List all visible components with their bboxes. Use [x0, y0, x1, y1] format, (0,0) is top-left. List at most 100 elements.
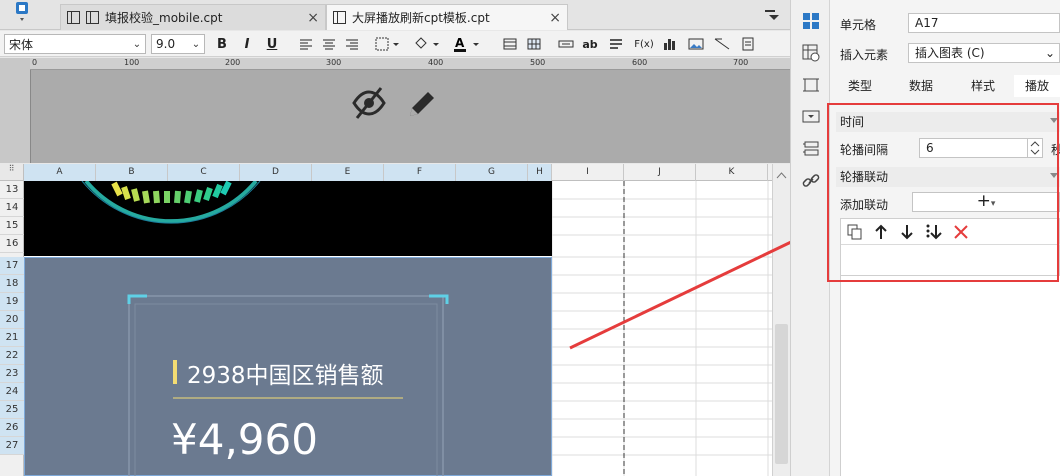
italic-button[interactable]: I	[237, 34, 257, 54]
row-header[interactable]: 15	[0, 217, 24, 235]
edit-pencil-icon[interactable]	[405, 86, 437, 120]
property-panel-icon-strip	[790, 0, 830, 476]
border-icon[interactable]	[374, 34, 402, 54]
cell-label: 单元格	[840, 18, 877, 32]
row-header[interactable]: 14	[0, 199, 24, 217]
horizontal-ruler: 0 100 200 300 400 500 600 700	[30, 58, 790, 70]
insert-element-label: 插入元素	[840, 48, 889, 62]
font-color-icon[interactable]: A	[452, 34, 482, 54]
cell-address-field[interactable]: A17	[908, 13, 1060, 33]
tab-mobile-template[interactable]: 填报校验_mobile.cpt ×	[60, 4, 326, 30]
gauge-chart-cell[interactable]	[24, 181, 552, 256]
row-header[interactable]: 23	[0, 365, 24, 383]
split-cells-icon[interactable]	[524, 34, 544, 54]
tab-label: 填报校验_mobile.cpt	[105, 11, 223, 25]
close-tab-icon[interactable]: ×	[549, 10, 561, 26]
tab-menu-icon[interactable]	[764, 8, 780, 22]
column-header-c[interactable]: C	[168, 164, 240, 181]
tab-type[interactable]: 类型	[830, 75, 890, 97]
row-header[interactable]: 20	[0, 311, 24, 329]
ruler-tick: 400	[428, 58, 444, 67]
align-left-icon[interactable]	[296, 34, 316, 54]
column-header-e[interactable]: E	[312, 164, 384, 181]
highlight-box	[827, 103, 1059, 282]
underline-button[interactable]: U	[262, 34, 282, 54]
insert-element-select[interactable]: 插入图表 (C) ⌄	[908, 43, 1060, 63]
close-tab-icon[interactable]: ×	[307, 10, 319, 26]
cell-properties-icon[interactable]	[802, 12, 820, 30]
app-logo-icon[interactable]	[8, 0, 36, 24]
row-header[interactable]: 22	[0, 347, 24, 365]
column-header-b[interactable]: B	[96, 164, 168, 181]
chevron-down-icon: ⌄	[191, 38, 201, 50]
condition-format-icon[interactable]	[802, 140, 820, 158]
row-header[interactable]: 13	[0, 181, 24, 199]
row-header[interactable]: 25	[0, 401, 24, 419]
text-box-icon[interactable]	[556, 34, 576, 54]
row-header[interactable]: 21	[0, 329, 24, 347]
column-header-f[interactable]: F	[384, 164, 456, 181]
paragraph-icon[interactable]	[606, 34, 626, 54]
sub-report-icon[interactable]	[738, 34, 758, 54]
text-tool-button[interactable]: ab	[580, 34, 600, 54]
row-header[interactable]: 26	[0, 419, 24, 437]
slash-icon[interactable]	[712, 34, 732, 54]
row-header[interactable]: 17	[0, 257, 24, 275]
report-header-area	[30, 70, 790, 163]
bold-button[interactable]: B	[212, 34, 232, 54]
column-header-i[interactable]: I	[552, 164, 624, 181]
chevron-down-icon: ⌄	[1044, 46, 1055, 60]
image-icon[interactable]	[686, 34, 706, 54]
column-header-k[interactable]: K	[696, 164, 768, 181]
title-accent-bar	[173, 360, 177, 384]
document-tab-bar: 填报校验_mobile.cpt × 大屏播放刷新cpt模板.cpt ×	[0, 0, 790, 30]
ruler-tick: 300	[326, 58, 342, 67]
row-header[interactable]: 27	[0, 437, 24, 455]
ruler-tick: 100	[124, 58, 140, 67]
hide-eye-icon[interactable]	[351, 86, 387, 120]
column-header-j[interactable]: J	[624, 164, 696, 181]
font-size-value: 9.0	[156, 37, 176, 51]
formula-button[interactable]: F(x)	[632, 34, 656, 54]
merge-cells-icon[interactable]	[500, 34, 520, 54]
tab-style[interactable]: 样式	[952, 75, 1014, 97]
grid-template-icon	[86, 11, 99, 24]
column-header-g[interactable]: G	[456, 164, 528, 181]
widget-frame-icon[interactable]	[802, 76, 820, 94]
ruler-tick: 700	[733, 58, 749, 67]
ruler-gutter	[0, 58, 30, 163]
bar-chart-icon[interactable]	[660, 34, 680, 54]
font-name-select[interactable]: 宋体 ⌄	[4, 34, 146, 54]
column-header-a[interactable]: A	[24, 164, 96, 181]
row-header[interactable]: 24	[0, 383, 24, 401]
column-header-row: A B C D E F G H I J K	[24, 164, 790, 181]
tab-data[interactable]: 数据	[890, 75, 952, 97]
ruler-tick: 500	[530, 58, 546, 67]
row-header[interactable]: 18	[0, 275, 24, 293]
font-name-value: 宋体	[9, 37, 34, 52]
svg-text:A: A	[455, 36, 465, 50]
panel-blank-area	[840, 276, 1060, 476]
row-header[interactable]: 16	[0, 235, 24, 253]
formatting-toolbar: 宋体 ⌄ 9.0 ⌄ B I U A ab F(x)	[0, 31, 790, 57]
scroll-up-icon[interactable]	[776, 168, 787, 179]
ruler-tick: 200	[225, 58, 241, 67]
tab-playback[interactable]: 播放	[1014, 75, 1060, 97]
ruler-tick: 600	[632, 58, 648, 67]
kpi-card-cell[interactable]: 2938中国区销售额 ¥4,960	[24, 257, 552, 476]
align-center-icon[interactable]	[319, 34, 339, 54]
align-right-icon[interactable]	[342, 34, 362, 54]
row-header-column: 13 14 15 16 17 18 19 20 21 22 23 24 25 2…	[0, 181, 24, 476]
cell-info-icon[interactable]	[802, 44, 820, 62]
ruler-tick: 0	[32, 58, 38, 67]
tab-carousel-template[interactable]: 大屏播放刷新cpt模板.cpt ×	[326, 4, 568, 30]
column-header-d[interactable]: D	[240, 164, 312, 181]
card-value: ¥4,960	[171, 415, 318, 464]
dropdown-widget-icon[interactable]	[802, 108, 820, 126]
row-header[interactable]: 19	[0, 293, 24, 311]
fill-color-icon[interactable]	[412, 34, 442, 54]
column-header-h[interactable]: H	[528, 164, 552, 181]
hyperlink-icon[interactable]	[802, 172, 820, 190]
font-size-select[interactable]: 9.0 ⌄	[151, 34, 205, 54]
grid-corner[interactable]: ⠿	[0, 164, 24, 181]
